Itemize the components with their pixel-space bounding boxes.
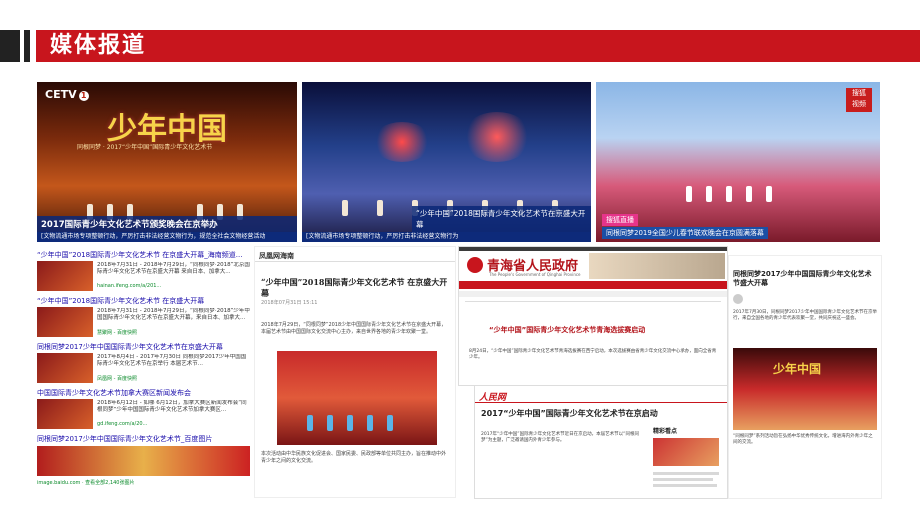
result-thumbnail — [37, 261, 93, 291]
national-emblem-icon — [467, 257, 483, 273]
search-result[interactable]: 同根同梦2017少年中国国际青少年文化艺术节_百度图片 image.baidu.… — [37, 434, 250, 486]
cctv-caption: 2017国际青少年文化艺术节颁奖晚会在京举办 — [37, 216, 297, 232]
mobile-article-title: 同根同梦2017少年中国国际青少年文化艺术节盛大开幕 — [733, 270, 872, 287]
header-banner — [36, 30, 920, 62]
firework-graphic — [372, 122, 432, 162]
mobile-article-page: 同根同梦2017少年中国国际青少年文化艺术节盛大开幕 2017年7月30日，同根… — [728, 255, 882, 499]
article-photo — [277, 351, 437, 445]
article-body: 2018年7月29日，“同根同梦”2018少年中国国际青少年文化艺术节在京盛大开… — [261, 322, 447, 335]
gov-subnav[interactable] — [459, 291, 727, 297]
gov-site-subtitle: The People's Government of Qinghai Provi… — [489, 272, 581, 277]
page-title: 媒体报道 — [50, 33, 147, 58]
header-accent-block — [0, 30, 20, 62]
result-thumbnail — [37, 307, 93, 337]
cctv-ticker: [文物流通市场专项整顿行动，严厉打击非法经营文物行为，规范全社会文物经营活动 — [37, 232, 297, 242]
search-result-title[interactable]: 同根同梦2017少年中国国际青少年文化艺术节_百度图片 — [37, 434, 250, 444]
news-article-page: 凤凰网海南 “少年中国”2018国际青少年文化艺术节 在京盛大开幕 2018年0… — [254, 246, 456, 498]
stage-ticker: [文物流通市场专项整顿行动，严厉打击非法经营文物行为 — [302, 232, 591, 242]
people-headline: 2017“少年中国”国际青少年文化艺术节在京启动 — [481, 409, 658, 418]
mobile-article-body2: “同根同梦”系列活动旨在弘扬中华优秀传统文化，增进海内外青少年之间的交流。 — [733, 434, 873, 445]
gov-headline: “少年中国”国际青少年文化艺术节青海选拔赛启动 — [489, 326, 646, 334]
gov-body: 8月24日，“少年中国”国际青少年文化艺术节青海选拔赛在西宁启动，本次选拔赛由省… — [469, 349, 717, 360]
people-daily-page: 人民网 2017“少年中国”国际青少年文化艺术节在京启动 2017年“少年中国”… — [474, 385, 728, 499]
result-thumbnail — [37, 399, 93, 429]
article-footer-text: 本次活动由中华民族文化促进会、国家民委、民政部等单位共同主办，旨在推动中外青少年… — [261, 451, 447, 464]
header-accent-bar — [24, 30, 30, 62]
people-side-title: 精彩看点 — [653, 428, 678, 435]
search-results-panel: “少年中国”2018国际青少年文化艺术节 在京盛大开幕_海南频道... 2018… — [37, 246, 250, 496]
cctv-broadcast-screenshot[interactable]: CETV 1 少年中国 同根同梦 · 2017“少年中国”国际青少年文化艺术节 2… — [37, 82, 297, 242]
gala-caption: 同根同梦2019全国少儿春节联欢晚会在京圆满落幕 — [602, 227, 768, 239]
search-result[interactable]: “少年中国”2018国际青少年文化艺术节 在京盛大开幕 2018年7月31日 -… — [37, 296, 250, 337]
search-result[interactable]: “少年中国”2018国际青少年文化艺术节 在京盛大开幕_海南频道... 2018… — [37, 250, 250, 291]
show-subtitle-art: 同根同梦 · 2017“少年中国”国际青少年文化艺术节 — [77, 144, 213, 151]
article-title: “少年中国”2018国际青少年文化艺术节 在京盛大开幕 — [261, 277, 448, 298]
stage-caption: “少年中国”2018国际青少年文化艺术节在京盛大开幕 — [412, 206, 591, 232]
cctv-logo: CETV 1 — [45, 88, 89, 101]
people-body: 2017年“少年中国”国际青少年文化艺术节近日在京启动，本届艺术节以“同根同梦”… — [481, 432, 639, 443]
sohu-video-logo: 搜狐 视频 — [846, 88, 872, 112]
search-result[interactable]: 中国国际青少年文化艺术节加拿大赛区新闻发布会 2018年6月12日 - 如哪 6… — [37, 388, 250, 429]
site-logo[interactable]: 凤凰网海南 — [259, 251, 294, 261]
search-result[interactable]: 同根同梦2017少年中国国际青少年文化艺术节在京盛大开幕 2017年8月4日 -… — [37, 342, 250, 383]
firework-graphic — [462, 112, 532, 162]
gov-header-banner — [589, 253, 725, 279]
author-avatar — [733, 294, 743, 304]
gov-nav-bar[interactable] — [459, 281, 727, 289]
government-website-page: 青海省人民政府 The People's Government of Qingh… — [458, 246, 728, 386]
result-thumbnail — [37, 353, 93, 383]
search-result-title[interactable]: “少年中国”2018国际青少年文化艺术节 在京盛大开幕 — [37, 296, 250, 306]
gala-video-screenshot[interactable]: 搜狐 视频 搜狐直播 同根同梦2019全国少儿春节联欢晚会在京圆满落幕 — [596, 82, 880, 242]
mobile-article-body: 2017年7月30日，同根同梦2017少年中国国际青少年文化艺术节在京举行，来自… — [733, 310, 877, 321]
stage-broadcast-screenshot[interactable]: “少年中国”2018国际青少年文化艺术节在京盛大开幕 [文物流通市场专项整顿行动… — [302, 82, 591, 242]
search-result-title[interactable]: 同根同梦2017少年中国国际青少年文化艺术节在京盛大开幕 — [37, 342, 250, 352]
article-date: 2018年07月31日 15:11 — [261, 300, 318, 306]
search-result-title[interactable]: 中国国际青少年文化艺术节加拿大赛区新闻发布会 — [37, 388, 250, 398]
live-badge: 搜狐直播 — [602, 214, 638, 226]
mobile-article-photo: 少年中国 — [733, 348, 877, 430]
search-result-title[interactable]: “少年中国”2018国际青少年文化艺术节 在京盛大开幕_海南频道... — [37, 250, 250, 260]
people-side-thumb[interactable] — [653, 438, 719, 466]
image-strip[interactable] — [37, 446, 250, 476]
